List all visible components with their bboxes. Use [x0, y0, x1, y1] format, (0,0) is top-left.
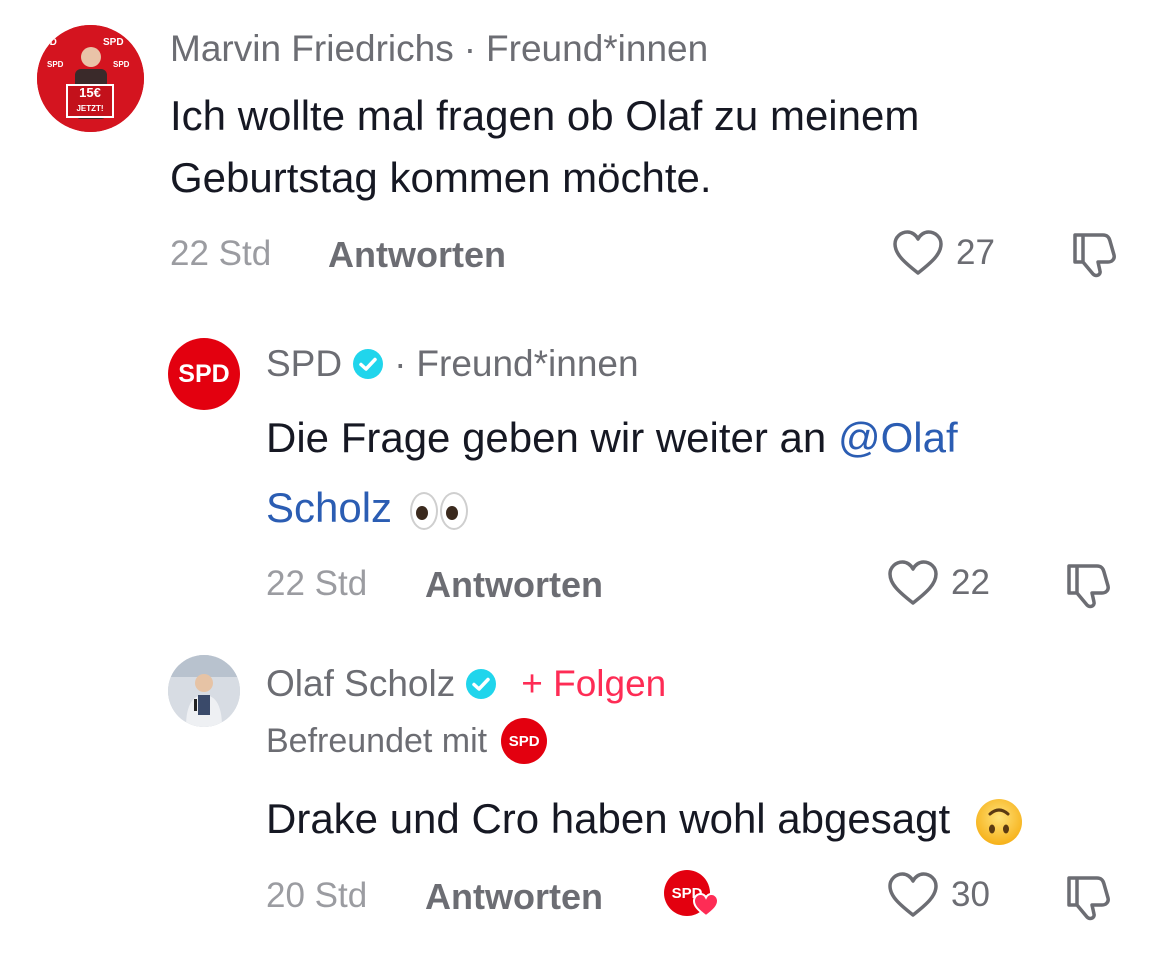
- svg-text:PD: PD: [43, 37, 57, 48]
- relation-label: Freund*innen: [416, 343, 639, 384]
- reply-button[interactable]: Antworten: [425, 876, 603, 918]
- heart-outline-icon: [888, 560, 938, 605]
- friends-with-row: Befreundet mit SPD: [266, 718, 548, 764]
- comment-header: Marvin Friedrichs · Freund*innen: [170, 28, 708, 70]
- spd-mini-badge-text: SPD: [508, 732, 540, 750]
- svg-text:SPD: SPD: [103, 37, 124, 48]
- creator-liked-badge: SPD: [664, 870, 722, 920]
- svg-text:SPD: SPD: [113, 60, 130, 69]
- avatar-olaf-scholz[interactable]: [168, 655, 240, 727]
- separator-dot: ·: [394, 343, 407, 384]
- verified-badge-icon: [352, 348, 384, 380]
- heart-outline-icon: [893, 230, 943, 275]
- thumbs-down-icon[interactable]: [1070, 229, 1124, 279]
- svg-text:SPD: SPD: [47, 60, 64, 69]
- like-count: 27: [956, 233, 995, 272]
- reply-button[interactable]: Antworten: [328, 234, 506, 276]
- thumbs-down-icon[interactable]: [1064, 560, 1118, 610]
- avatar-marvin-friedrichs[interactable]: PD SPD SPD SPD 15€ JETZT!: [37, 25, 144, 132]
- comment-text: Die Frage geben wir weiter an @Olaf Scho…: [266, 403, 1056, 543]
- friends-with-label: Befreundet mit: [266, 721, 488, 760]
- avatar-sign-price: 15€: [79, 85, 101, 100]
- avatar-sign-sub: JETZT!: [76, 104, 104, 113]
- comment-header: Olaf Scholz + Folgen: [266, 663, 666, 705]
- username-link[interactable]: SPD: [266, 343, 342, 385]
- spd-mini-badge[interactable]: SPD: [501, 718, 548, 764]
- comment-timestamp: 22 Std: [170, 234, 272, 273]
- spd-logo-text: SPD: [178, 359, 230, 388]
- heart-filled-icon: [692, 892, 720, 918]
- upside-down-face-emoji: [975, 798, 1022, 845]
- comment-text: Drake und Cro haben wohl abgesagt: [266, 788, 1024, 850]
- comment-text: Ich wollte mal fragen ob Olaf zu meinem …: [170, 92, 920, 201]
- follow-button[interactable]: + Folgen: [521, 663, 666, 705]
- comment-timestamp: 22 Std: [266, 564, 368, 603]
- avatar-spd[interactable]: SPD: [168, 338, 240, 410]
- like-count: 22: [951, 563, 990, 602]
- username-link[interactable]: Olaf Scholz: [266, 663, 455, 705]
- like-button[interactable]: 27: [892, 229, 995, 277]
- relation-label: Freund*innen: [486, 28, 709, 69]
- heart-outline-icon: [888, 872, 938, 917]
- like-count: 30: [951, 875, 990, 914]
- comment-text-main: Die Frage geben wir weiter an: [266, 414, 827, 461]
- thumbs-down-icon[interactable]: [1064, 872, 1118, 922]
- separator-dot: ·: [463, 28, 477, 69]
- verified-badge-icon: [465, 668, 497, 700]
- like-button[interactable]: 30: [887, 871, 990, 919]
- like-button[interactable]: 22: [887, 559, 990, 607]
- comment-timestamp: 20 Std: [266, 876, 368, 915]
- comment-text-main: Drake und Cro haben wohl abgesagt: [266, 795, 951, 842]
- eyes-emoji: [409, 473, 468, 543]
- comment-header: SPD · Freund*innen: [266, 343, 639, 385]
- reply-button[interactable]: Antworten: [425, 564, 603, 606]
- username-link[interactable]: Marvin Friedrichs: [170, 28, 454, 70]
